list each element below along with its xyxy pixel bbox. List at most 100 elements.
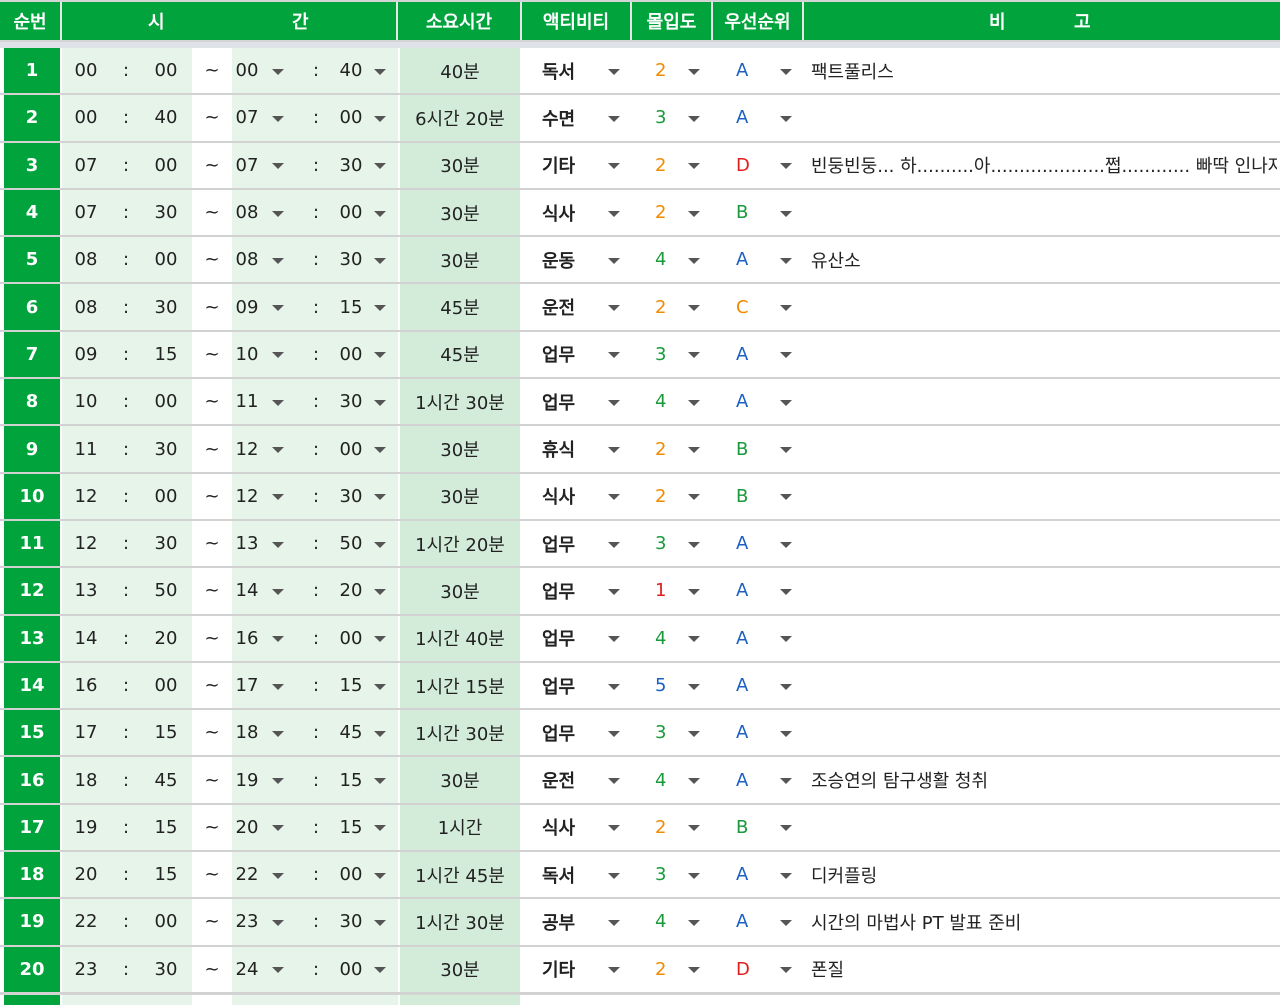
chevron-down-icon[interactable] — [374, 778, 386, 785]
end-minute[interactable]: 30 — [336, 474, 366, 519]
chevron-down-icon[interactable] — [608, 919, 620, 926]
end-hour[interactable]: 11 — [232, 379, 262, 424]
chevron-down-icon[interactable] — [272, 872, 284, 879]
chevron-down-icon[interactable] — [608, 115, 620, 122]
end-minute[interactable]: 00 — [336, 947, 366, 992]
priority-partial[interactable] — [714, 995, 802, 1005]
chevron-down-icon[interactable] — [374, 967, 386, 974]
chevron-down-icon[interactable] — [608, 210, 620, 217]
chevron-down-icon[interactable] — [374, 494, 386, 501]
chevron-down-icon[interactable] — [780, 825, 792, 832]
priority-dropdown[interactable]: D — [714, 142, 802, 188]
note-cell[interactable] — [805, 804, 1277, 851]
chevron-down-icon[interactable] — [780, 210, 792, 217]
immersion-dropdown[interactable]: 3 — [633, 95, 711, 141]
chevron-down-icon[interactable] — [688, 399, 700, 406]
chevron-down-icon[interactable] — [374, 210, 386, 217]
chevron-down-icon[interactable] — [608, 967, 620, 974]
immersion-dropdown[interactable]: 2 — [633, 473, 711, 519]
end-hour[interactable]: 10 — [232, 332, 262, 377]
end-minute[interactable]: 15 — [336, 663, 366, 708]
chevron-down-icon[interactable] — [272, 683, 284, 690]
end-hour[interactable]: 18 — [232, 710, 262, 755]
immersion-dropdown[interactable]: 4 — [633, 379, 711, 425]
chevron-down-icon[interactable] — [780, 683, 792, 690]
note-cell[interactable] — [805, 710, 1277, 756]
chevron-down-icon[interactable] — [780, 967, 792, 974]
chevron-down-icon[interactable] — [608, 68, 620, 75]
end-hour[interactable]: 08 — [232, 190, 262, 235]
end-hour[interactable]: 07 — [232, 95, 262, 140]
chevron-down-icon[interactable] — [374, 636, 386, 643]
note-cell[interactable] — [805, 189, 1277, 236]
chevron-down-icon[interactable] — [272, 636, 284, 643]
chevron-down-icon[interactable] — [272, 115, 284, 122]
end-hour[interactable]: 00 — [232, 48, 262, 93]
note-cell[interactable]: 팩트풀리스 — [805, 48, 1277, 94]
immersion-dropdown[interactable]: 2 — [633, 142, 711, 188]
note-cell[interactable] — [805, 379, 1277, 425]
chevron-down-icon[interactable] — [688, 68, 700, 75]
end-minute[interactable]: 30 — [336, 237, 366, 282]
activity-dropdown[interactable]: 수면 — [522, 95, 630, 141]
chevron-down-icon[interactable] — [688, 919, 700, 926]
end-minute[interactable]: 15 — [336, 284, 366, 329]
chevron-down-icon[interactable] — [374, 588, 386, 595]
activity-dropdown[interactable]: 휴식 — [522, 426, 630, 472]
end-hour[interactable]: 12 — [232, 474, 262, 519]
priority-dropdown[interactable]: B — [714, 804, 802, 851]
activity-dropdown[interactable]: 업무 — [522, 662, 630, 709]
note-cell[interactable]: 조승연의 탐구생활 청취 — [805, 757, 1277, 803]
end-minute[interactable]: 30 — [336, 379, 366, 424]
end-hour[interactable]: 14 — [232, 568, 262, 613]
chevron-down-icon[interactable] — [608, 257, 620, 264]
chevron-down-icon[interactable] — [608, 872, 620, 879]
activity-dropdown[interactable]: 독서 — [522, 48, 630, 94]
chevron-down-icon[interactable] — [780, 257, 792, 264]
end-hour[interactable]: 17 — [232, 663, 262, 708]
immersion-dropdown[interactable]: 2 — [633, 48, 711, 94]
chevron-down-icon[interactable] — [608, 447, 620, 454]
priority-dropdown[interactable]: A — [714, 568, 802, 614]
end-minute[interactable]: 45 — [336, 710, 366, 755]
chevron-down-icon[interactable] — [688, 163, 700, 170]
end-minute[interactable]: 15 — [336, 805, 366, 850]
chevron-down-icon[interactable] — [608, 305, 620, 312]
chevron-down-icon[interactable] — [374, 919, 386, 926]
chevron-down-icon[interactable] — [688, 447, 700, 454]
immersion-dropdown[interactable]: 3 — [633, 710, 711, 756]
end-hour[interactable]: 24 — [232, 947, 262, 992]
activity-dropdown[interactable]: 운전 — [522, 757, 630, 803]
note-cell[interactable] — [805, 568, 1277, 614]
priority-dropdown[interactable]: A — [714, 852, 802, 898]
immersion-dropdown[interactable]: 2 — [633, 284, 711, 330]
chevron-down-icon[interactable] — [272, 919, 284, 926]
activity-dropdown[interactable]: 업무 — [522, 331, 630, 378]
end-hour[interactable]: 09 — [232, 284, 262, 329]
note-cell[interactable]: 유산소 — [805, 237, 1277, 283]
chevron-down-icon[interactable] — [272, 305, 284, 312]
end-minute[interactable]: 15 — [336, 757, 366, 802]
immersion-dropdown[interactable]: 4 — [633, 757, 711, 803]
chevron-down-icon[interactable] — [374, 730, 386, 737]
end-hour[interactable]: 16 — [232, 616, 262, 661]
chevron-down-icon[interactable] — [688, 541, 700, 548]
chevron-down-icon[interactable] — [688, 636, 700, 643]
chevron-down-icon[interactable] — [272, 588, 284, 595]
end-hour[interactable]: 23 — [232, 899, 262, 944]
priority-dropdown[interactable]: B — [714, 473, 802, 519]
chevron-down-icon[interactable] — [688, 115, 700, 122]
chevron-down-icon[interactable] — [608, 588, 620, 595]
activity-partial[interactable] — [522, 995, 630, 1005]
chevron-down-icon[interactable] — [374, 683, 386, 690]
priority-dropdown[interactable]: A — [714, 237, 802, 283]
chevron-down-icon[interactable] — [374, 257, 386, 264]
end-hour[interactable]: 08 — [232, 237, 262, 282]
chevron-down-icon[interactable] — [688, 352, 700, 359]
immersion-dropdown[interactable]: 2 — [633, 804, 711, 851]
activity-dropdown[interactable]: 운전 — [522, 284, 630, 330]
note-cell[interactable]: 빈둥빈둥... 하..........아....................… — [805, 142, 1277, 188]
chevron-down-icon[interactable] — [780, 636, 792, 643]
note-cell[interactable] — [805, 331, 1277, 378]
chevron-down-icon[interactable] — [272, 68, 284, 75]
